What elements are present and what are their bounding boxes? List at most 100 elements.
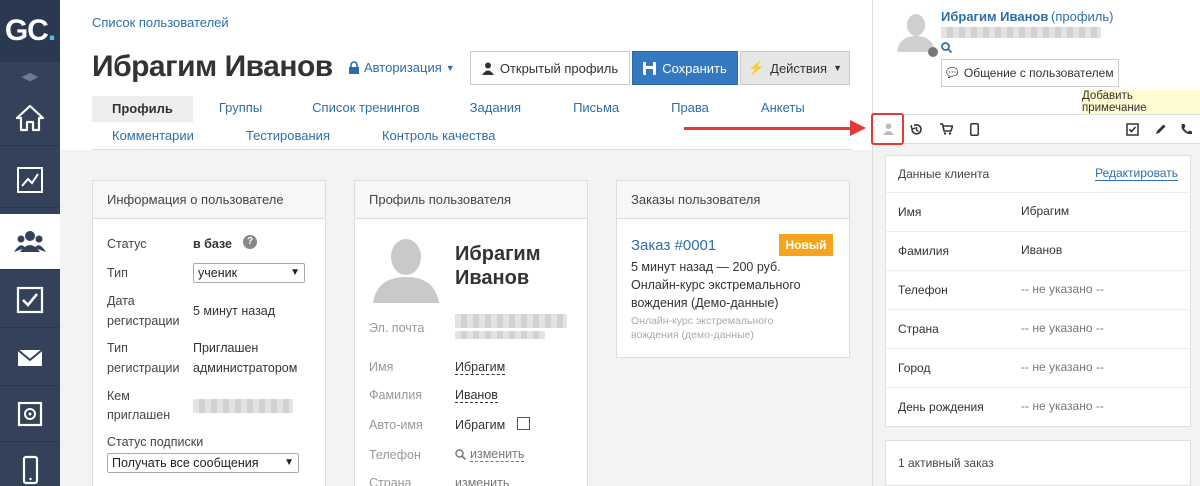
subscription-select[interactable]: Получать все сообщения ▼ xyxy=(107,453,299,473)
user-orders-title: Заказы пользователя xyxy=(617,181,849,219)
email-redacted xyxy=(455,314,567,328)
side-profile-link[interactable]: (профиль) xyxy=(1051,9,1113,24)
tasks-icon xyxy=(16,286,44,313)
country-label: Страна xyxy=(369,476,412,486)
annotation-arrow xyxy=(684,127,854,130)
user-side-panel: Ибрагим Иванов (профиль) 💬 Общение с пол… xyxy=(872,0,1200,486)
tab-comments[interactable]: Комментарии xyxy=(92,124,214,148)
floppy-icon xyxy=(643,61,657,75)
first-name-label: Имя xyxy=(369,360,394,374)
sidebar-item-finance[interactable] xyxy=(0,386,60,442)
phone-icon xyxy=(1181,123,1192,134)
toolbar-call-button[interactable] xyxy=(1173,115,1199,143)
sidebar-item-mobile[interactable] xyxy=(0,442,60,486)
sidebar-collapse-icon[interactable]: ◀▶ xyxy=(0,62,60,90)
open-profile-button[interactable]: Открытый профиль xyxy=(470,51,630,85)
safe-icon xyxy=(17,401,43,426)
lock-icon xyxy=(349,61,359,74)
order-link[interactable]: Заказ #0001 xyxy=(631,237,716,254)
auth-dropdown[interactable]: Авторизация ▼ xyxy=(348,60,455,75)
user-icon xyxy=(481,62,494,75)
tab-tests[interactable]: Тестирования xyxy=(214,124,362,148)
first-name-value[interactable]: Ибрагим xyxy=(455,360,506,375)
order-sub-line1: Онлайн-курс экстремального xyxy=(631,315,774,327)
breadcrumb-users-list[interactable]: Список пользователей xyxy=(92,15,229,30)
client-row-first-name: Имя Ибрагим xyxy=(886,192,1192,230)
type-select[interactable]: ученик ▼ xyxy=(193,263,305,283)
toolbar-tasks-button[interactable] xyxy=(1119,115,1145,143)
auto-name-value: Ибрагим xyxy=(455,418,506,432)
client-row-last-name: Фамилия Иванов xyxy=(886,231,1192,269)
app-logo[interactable]: GC. xyxy=(0,0,60,62)
tab-tasks[interactable]: Задания xyxy=(444,96,547,120)
toolbar-history-tab[interactable] xyxy=(903,115,929,143)
sidebar-item-home[interactable] xyxy=(0,90,60,146)
user-profile-title: Профиль пользователя xyxy=(355,181,587,219)
client-row-value: Иванов xyxy=(1021,243,1063,257)
avatar-placeholder-icon xyxy=(897,14,935,52)
type-label: Тип xyxy=(107,266,128,280)
client-row-country: Страна -- не указано -- xyxy=(886,309,1192,347)
user-profile-panel: Профиль пользователя Ибрагим Иванов Эл. … xyxy=(354,180,588,486)
toolbar-edit-button[interactable] xyxy=(1147,115,1173,143)
mobile-icon xyxy=(969,122,979,136)
search-icon[interactable] xyxy=(941,42,952,53)
tabs-row-secondary: Комментарии Тестирования Контроль качест… xyxy=(92,124,515,148)
status-value: в базе xyxy=(193,237,232,251)
user-info-title: Информация о пользователе xyxy=(93,181,325,219)
main-content: Список пользователей Ибрагим Иванов Авто… xyxy=(60,0,872,486)
profile-name-line1: Ибрагим xyxy=(455,243,541,265)
last-name-value[interactable]: Иванов xyxy=(455,388,498,403)
client-row-value: -- не указано -- xyxy=(1021,321,1104,335)
side-email-redacted xyxy=(941,27,1101,38)
auto-name-checkbox[interactable] xyxy=(517,417,530,430)
client-row-key: Страна xyxy=(898,322,939,336)
tab-groups[interactable]: Группы xyxy=(193,96,288,120)
phone-edit-label: изменить xyxy=(470,447,525,462)
subscription-select-value: Получать все сообщения xyxy=(112,456,259,470)
sidebar-item-reports[interactable] xyxy=(0,152,60,208)
save-label: Сохранить xyxy=(662,60,727,76)
auth-label: Авторизация xyxy=(364,60,442,75)
side-panel-header: Ибрагим Иванов (профиль) 💬 Общение с пол… xyxy=(873,0,1200,115)
reg-type-label-1: Тип xyxy=(107,341,128,355)
history-icon xyxy=(909,123,922,135)
tab-rights[interactable]: Права xyxy=(645,96,735,120)
help-icon[interactable]: ? xyxy=(243,235,257,249)
add-note-link[interactable]: Добавить примечание xyxy=(1081,90,1200,115)
phone-edit-link[interactable]: изменить xyxy=(455,447,525,462)
auto-name-label: Авто-имя xyxy=(369,418,423,432)
active-orders-card[interactable]: 1 активный заказ xyxy=(885,440,1191,486)
country-edit-link[interactable]: изменить xyxy=(455,476,509,486)
annotation-highlight-box xyxy=(871,113,904,145)
sidebar-item-tasks[interactable] xyxy=(0,272,60,328)
sidebar: GC. ◀▶ xyxy=(0,0,60,486)
order-product-line2: вождения (Демо-данные) xyxy=(631,296,779,310)
edit-client-data-link[interactable]: Редактировать xyxy=(1095,166,1178,181)
tab-quality-control[interactable]: Контроль качества xyxy=(362,124,515,148)
sidebar-item-users[interactable] xyxy=(0,214,60,270)
tab-letters[interactable]: Письма xyxy=(547,96,645,120)
client-row-value: Ибрагим xyxy=(1021,204,1070,218)
sidebar-item-mail[interactable] xyxy=(0,330,60,386)
toolbar-devices-tab[interactable] xyxy=(961,115,987,143)
logo-dot: . xyxy=(47,14,56,47)
reg-type-value-2: администратором xyxy=(193,361,298,375)
invited-label-2: приглашен xyxy=(107,408,171,422)
tabs-divider xyxy=(92,149,852,150)
mail-icon xyxy=(17,348,43,366)
side-user-name[interactable]: Ибрагим Иванов xyxy=(941,9,1048,24)
home-icon xyxy=(15,104,45,131)
tab-profile[interactable]: Профиль xyxy=(92,96,193,122)
email-redacted-extra xyxy=(455,331,545,339)
save-button[interactable]: Сохранить xyxy=(632,51,738,85)
order-sub-line2: вождения (демо-данные) xyxy=(631,329,754,341)
tab-surveys[interactable]: Анкеты xyxy=(735,96,831,120)
tab-trainings[interactable]: Список тренингов xyxy=(288,96,444,120)
order-summary: 5 минут назад — 200 руб. xyxy=(631,260,781,274)
toolbar-orders-tab[interactable] xyxy=(933,115,959,143)
profile-name-line2: Иванов xyxy=(455,267,530,289)
chat-with-user-button[interactable]: 💬 Общение с пользователем xyxy=(941,59,1119,87)
actions-dropdown-button[interactable]: ⚡ Действия ▼ xyxy=(740,51,850,85)
client-row-key: Город xyxy=(898,361,931,375)
